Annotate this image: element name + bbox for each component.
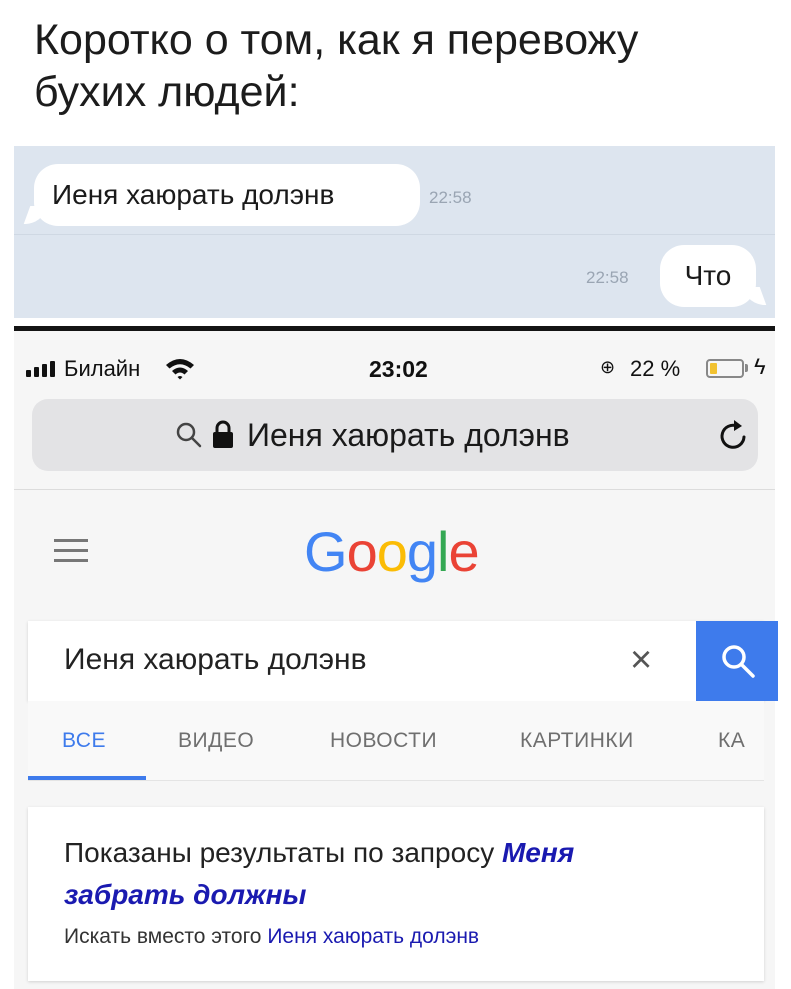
lock-icon <box>213 420 233 448</box>
reload-icon[interactable] <box>717 419 751 453</box>
active-tab-underline <box>28 776 146 780</box>
outgoing-message-time: 22:58 <box>586 268 629 287</box>
phone-screen: Билайн 23:02 ⊕ 22 % ϟ Иеня хаюрать долэн… <box>14 331 778 989</box>
tab-maps[interactable]: КА <box>718 729 745 753</box>
clear-icon[interactable]: × <box>630 641 652 679</box>
google-logo-letter: l <box>437 520 449 583</box>
original-query-link[interactable]: Иеня хаюрать долэнв <box>267 925 479 948</box>
corrected-query-link-part1[interactable]: Меня <box>502 837 574 868</box>
showing-results-prefix: Показаны результаты по запросу <box>64 837 502 868</box>
google-logo-letter: o <box>346 520 378 583</box>
menu-icon[interactable] <box>54 539 88 563</box>
search-button-icon <box>722 645 755 678</box>
rotation-lock-icon: ⊕ <box>600 357 616 377</box>
carrier-name: Билайн <box>64 356 141 381</box>
search-instead-line: Искать вместо этого Иеня хаюрать долэнв <box>64 925 479 949</box>
showing-results-line: Показаны результаты по запросу Меня <box>64 837 574 869</box>
google-logo-letter: G <box>304 520 348 583</box>
battery-icon <box>706 359 744 378</box>
google-logo: Google <box>304 519 480 584</box>
spelling-correction-card: Показаны результаты по запросу Меня забр… <box>28 807 764 981</box>
search-tabs: ВСЕ ВИДЕО НОВОСТИ КАРТИНКИ КА <box>28 701 764 781</box>
search-instead-prefix: Искать вместо этого <box>64 925 268 948</box>
tab-all[interactable]: ВСЕ <box>62 729 106 753</box>
corrected-query-link-part2[interactable]: забрать должны <box>64 879 306 911</box>
outgoing-message-bubble[interactable]: Что <box>660 245 756 307</box>
status-bar: Билайн 23:02 ⊕ 22 % ϟ <box>14 331 775 391</box>
wifi-icon <box>166 359 194 380</box>
charging-bolt-icon: ϟ <box>754 354 766 379</box>
tab-images[interactable]: КАРТИНКИ <box>520 729 634 753</box>
battery-fill <box>710 363 717 374</box>
chat-window: Иеня хаюрать долэнв 22:58 22:58 Что <box>14 146 775 318</box>
incoming-message-bubble[interactable]: Иеня хаюрать долэнв <box>34 164 420 226</box>
signal-icon <box>26 361 55 377</box>
google-logo-letter: e <box>448 520 479 583</box>
status-time: 23:02 <box>369 356 428 382</box>
tab-news[interactable]: НОВОСТИ <box>330 729 437 753</box>
google-logo-letter: o <box>376 520 408 583</box>
battery-tip <box>745 364 748 372</box>
search-icon <box>176 422 202 448</box>
tab-video[interactable]: ВИДЕО <box>178 729 254 753</box>
address-bar-text: Иеня хаюрать долэнв <box>247 417 570 453</box>
caption-line-2: бухих людей: <box>34 68 300 116</box>
browser-toolbar-divider <box>14 489 775 490</box>
google-search-box[interactable]: Иеня хаюрать долэнв × <box>28 621 778 701</box>
caption-line-1: Коротко о том, как я перевожу <box>34 16 639 64</box>
search-button[interactable] <box>696 621 778 701</box>
google-logo-letter: g <box>406 520 438 583</box>
battery-percent: 22 % <box>630 356 681 381</box>
address-bar[interactable]: Иеня хаюрать долэнв <box>32 399 758 471</box>
caption: Коротко о том, как я перевожу бухих люде… <box>34 14 754 118</box>
chat-row-divider <box>14 234 775 235</box>
incoming-message-time: 22:58 <box>429 188 472 207</box>
search-input[interactable]: Иеня хаюрать долэнв <box>64 643 367 677</box>
